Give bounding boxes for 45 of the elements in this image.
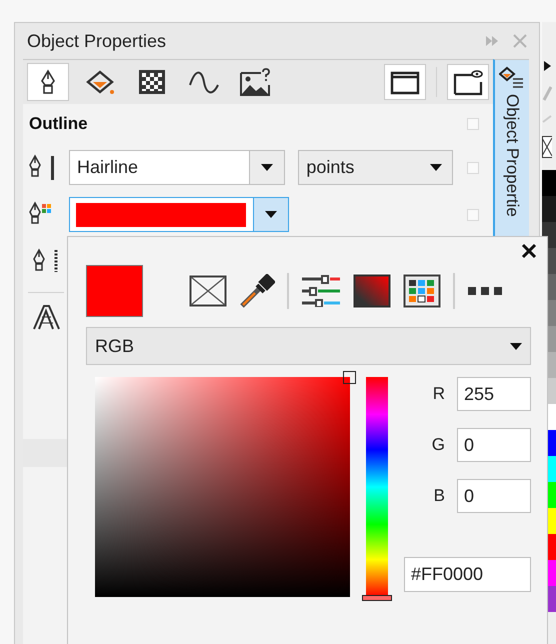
docker-tab[interactable]: Object Propertie — [493, 59, 529, 239]
channel-field[interactable]: 255 — [457, 377, 531, 411]
checkerboard-icon — [138, 69, 166, 95]
channel-label: R — [432, 384, 445, 404]
color-model-dropdown[interactable]: RGB — [86, 327, 531, 365]
caret-icon — [261, 164, 274, 171]
checkbox[interactable] — [467, 162, 479, 174]
palette-swatch[interactable] — [542, 170, 556, 196]
palette-grid-icon[interactable] — [403, 274, 441, 308]
checkbox[interactable] — [467, 118, 479, 130]
width-dropdown[interactable]: Hairline — [69, 150, 286, 185]
caret-icon — [265, 211, 277, 218]
hex-field[interactable]: #FF0000 — [404, 557, 531, 592]
checkbox[interactable] — [467, 208, 479, 220]
fill-icon — [84, 69, 116, 95]
channel-label: G — [432, 435, 445, 455]
more-icon[interactable] — [467, 286, 505, 296]
sliders-icon[interactable] — [301, 275, 341, 307]
palette-swatch[interactable] — [542, 196, 556, 222]
calligraphy-icon — [30, 303, 60, 331]
units-dropdown[interactable]: points — [298, 150, 453, 185]
caret-icon — [430, 164, 442, 171]
frame-button[interactable] — [384, 64, 426, 100]
no-color-icon[interactable] — [189, 275, 227, 307]
caret-icon — [510, 342, 522, 350]
gradient-swatch-icon[interactable] — [353, 274, 391, 308]
close-icon[interactable] — [521, 243, 537, 259]
wave-icon — [188, 69, 220, 95]
section-title: Outline — [29, 114, 88, 134]
channel-field[interactable]: 0 — [457, 428, 531, 462]
image-icon — [240, 68, 272, 96]
outline-tab[interactable] — [27, 63, 69, 101]
panel-title: Object Properties — [27, 30, 168, 52]
no-color-swatch[interactable] — [542, 136, 552, 158]
hue-thumb[interactable] — [362, 595, 392, 601]
channel-field[interactable]: 0 — [457, 479, 531, 513]
view-button[interactable] — [447, 64, 489, 100]
properties-icon — [499, 66, 525, 90]
eyedropper-icon[interactable] — [239, 274, 275, 308]
color-handle[interactable] — [343, 371, 356, 384]
color-field[interactable] — [95, 377, 350, 597]
pen-width-icon — [27, 154, 57, 182]
play-icon[interactable] — [542, 60, 552, 72]
color-dropdown[interactable] — [69, 197, 289, 232]
channel-label: B — [434, 486, 445, 506]
